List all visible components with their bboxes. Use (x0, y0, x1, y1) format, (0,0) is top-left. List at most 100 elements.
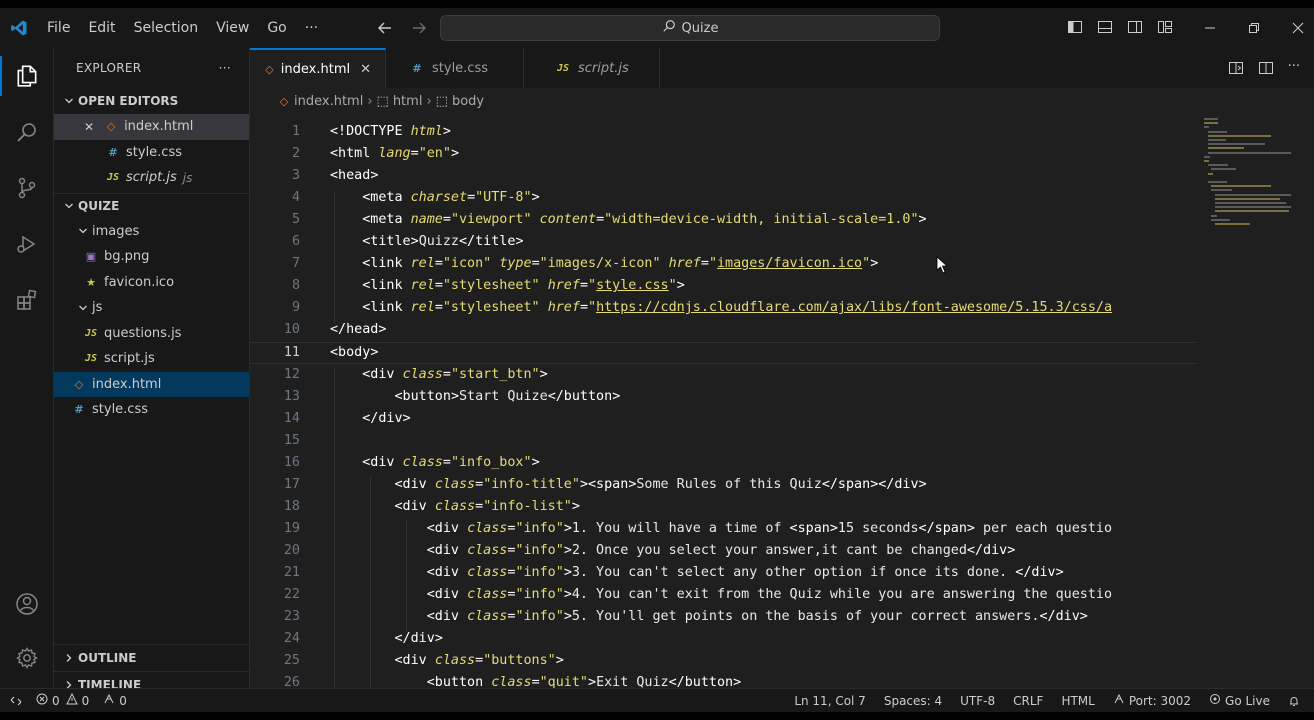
command-center-search[interactable]: Quize (440, 15, 940, 41)
chevron-down-icon (62, 201, 76, 211)
tree-folder-images[interactable]: images (54, 219, 249, 245)
open-editors-section[interactable]: OPEN EDITORS (54, 88, 249, 114)
indentation[interactable]: Spaces: 4 (884, 694, 942, 708)
code-line[interactable]: 9 <link rel="stylesheet" href="https://c… (250, 297, 1196, 319)
split-editor-icon[interactable] (1258, 60, 1274, 80)
minimap[interactable] (1200, 114, 1300, 284)
breadcrumb-file[interactable]: index.html (294, 94, 363, 109)
tree-file-style-css[interactable]: # style.css (54, 397, 249, 423)
open-editor-style-css[interactable]: # style.css (54, 140, 249, 166)
line-text: <div class="info">2. Once you select you… (426, 542, 1016, 558)
breadcrumb-html[interactable]: html (393, 94, 423, 109)
explorer-files-icon[interactable] (13, 62, 41, 90)
settings-gear-icon[interactable] (13, 644, 41, 672)
tree-file-script-js[interactable]: JS script.js (54, 346, 249, 372)
minimize-icon[interactable] (1202, 20, 1218, 36)
tree-file-favicon-ico[interactable]: ★ favicon.ico (54, 270, 249, 296)
tree-file-index-html[interactable]: ◇ index.html (54, 371, 249, 397)
open-editor-script-js[interactable]: JS script.js js (54, 165, 249, 191)
code-line[interactable]: 19 <div class="info">1. You will have a … (250, 518, 1196, 540)
live-server-port[interactable]: Port: 3002 (1113, 693, 1191, 708)
close-tab-icon[interactable]: ✕ (360, 62, 371, 77)
editor-scrollbar[interactable] (1302, 114, 1314, 688)
toggle-secondary-sidebar-icon[interactable] (1126, 18, 1144, 36)
notifications-bell-icon[interactable] (1288, 695, 1300, 707)
code-line[interactable]: 24 </div> (250, 628, 1196, 650)
menu-edit[interactable]: Edit (79, 8, 124, 48)
code-line[interactable]: 22 <div class="info">4. You can't exit f… (250, 584, 1196, 606)
toggle-panel-icon[interactable] (1096, 18, 1114, 36)
remote-icon[interactable] (10, 695, 22, 707)
tab-script-js[interactable]: JS script.js (524, 48, 660, 88)
close-editor-icon[interactable]: ✕ (84, 120, 94, 134)
code-line[interactable]: 14 </div> (250, 408, 1196, 430)
encoding[interactable]: UTF-8 (960, 694, 995, 708)
open-editor-index-html[interactable]: ✕ ◇ index.html (54, 114, 249, 140)
code-line[interactable]: 26 <button class="quit">Exit Quiz</butto… (250, 672, 1196, 688)
antenna-icon (103, 693, 115, 708)
menu-view[interactable]: View (207, 8, 258, 48)
end-of-line[interactable]: CRLF (1013, 694, 1043, 708)
code-line[interactable]: 21 <div class="info">3. You can't select… (250, 562, 1196, 584)
tree-file-questions-js[interactable]: JS questions.js (54, 321, 249, 347)
code-line[interactable]: 23 <div class="info">5. You'll get point… (250, 606, 1196, 628)
project-section[interactable]: QUIZE (54, 192, 249, 219)
forward-arrow-icon[interactable] (411, 20, 427, 36)
broadcast-icon (1113, 693, 1125, 708)
line-number: 18 (283, 498, 300, 514)
code-line[interactable]: 1 <!DOCTYPE html> (250, 121, 1196, 143)
open-preview-icon[interactable] (1228, 60, 1244, 80)
code-line[interactable]: 18 <div class="info-list"> (250, 496, 1196, 518)
code-line[interactable]: 7 <link rel="icon" type="images/x-icon" … (250, 253, 1196, 275)
source-control-icon[interactable] (13, 174, 41, 202)
line-text: <div class="info">1. You will have a tim… (426, 520, 1113, 536)
code-line[interactable]: 2 <html lang="en"> (250, 143, 1196, 165)
code-line[interactable]: 4 <meta charset="UTF-8"> (250, 187, 1196, 209)
code-line[interactable]: 6 <title>Quizz</title> (250, 231, 1196, 253)
code-line[interactable]: 12 <div class="start_btn"> (250, 364, 1196, 386)
more-actions-icon[interactable]: ··· (1288, 60, 1300, 80)
language-mode[interactable]: HTML (1061, 694, 1094, 708)
outline-section[interactable]: OUTLINE (54, 645, 250, 671)
cursor-position[interactable]: Ln 11, Col 7 (794, 694, 866, 708)
tree-label: questions.js (104, 325, 182, 341)
tab-style-css[interactable]: # style.css (386, 48, 524, 88)
toggle-primary-sidebar-icon[interactable] (1066, 18, 1084, 36)
code-line[interactable]: 25 <div class="buttons"> (250, 650, 1196, 672)
css-file-icon: # (108, 145, 118, 159)
breadcrumb-body[interactable]: body (452, 94, 484, 109)
search-view-icon[interactable] (13, 118, 41, 146)
run-debug-icon[interactable] (13, 230, 41, 258)
error-icon (36, 693, 48, 708)
go-live-button[interactable]: Go Live (1209, 693, 1270, 708)
tree-label: index.html (92, 376, 162, 392)
tree-file-bg-png[interactable]: ▣ bg.png (54, 244, 249, 270)
code-line[interactable]: 15 (250, 430, 1196, 452)
code-line[interactable]: 13 <button>Start Quize</button> (250, 386, 1196, 408)
restore-icon[interactable] (1246, 20, 1262, 36)
code-line[interactable]: 8 <link rel="stylesheet" href="style.css… (250, 275, 1196, 297)
extensions-icon[interactable] (13, 286, 41, 314)
code-line[interactable]: 3 <head> (250, 165, 1196, 187)
explorer-more-actions[interactable]: ··· (219, 61, 231, 75)
problems-indicator[interactable]: 0 0 (36, 692, 89, 708)
code-line[interactable]: 20 <div class="info">2. Once you select … (250, 540, 1196, 562)
code-editor[interactable]: 1 <!DOCTYPE html> 2 <html lang="en"> 3 <head>… (250, 114, 1200, 688)
menu-file[interactable]: File (38, 8, 79, 48)
code-line[interactable]: 17 <div class="info-title"><span>Some Ru… (250, 474, 1196, 496)
back-arrow-icon[interactable] (377, 20, 393, 36)
code-line[interactable]: 16 <div class="info_box"> (250, 452, 1196, 474)
menu-selection[interactable]: Selection (125, 8, 208, 48)
tree-folder-js[interactable]: js (54, 295, 249, 321)
account-icon[interactable] (13, 590, 41, 618)
line-number: 2 (291, 146, 300, 162)
code-line[interactable]: 5 <meta name="viewport" content="width=d… (250, 209, 1196, 231)
customize-layout-icon[interactable] (1156, 18, 1174, 36)
menu-more[interactable]: ··· (296, 8, 327, 48)
menu-go[interactable]: Go (258, 8, 295, 48)
ports-indicator[interactable]: 0 (103, 693, 127, 708)
tab-index-html[interactable]: ◇ index.html ✕ (250, 48, 386, 88)
code-line[interactable]: 10 </head> (250, 319, 1196, 341)
code-line[interactable]: 11 <body> (250, 341, 1196, 364)
close-window-icon[interactable] (1290, 20, 1306, 36)
